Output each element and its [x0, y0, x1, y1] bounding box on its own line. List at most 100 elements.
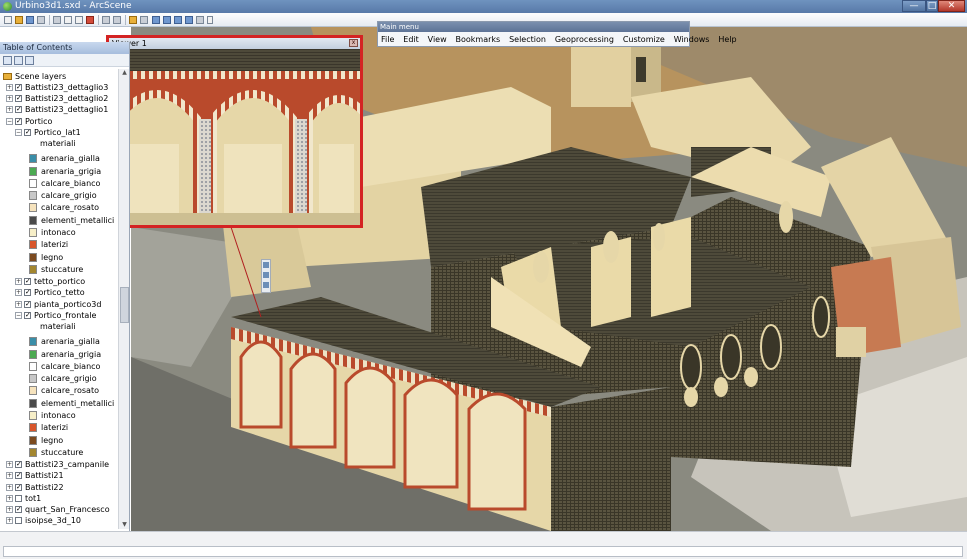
toc-icon[interactable] — [163, 16, 171, 24]
undo-icon[interactable] — [102, 16, 110, 24]
scroll-down-icon[interactable]: ▼ — [120, 521, 129, 529]
toc-scroll-thumb[interactable] — [120, 287, 129, 323]
pan-tool-icon[interactable] — [263, 282, 269, 288]
maximize-button[interactable]: □ — [926, 0, 938, 12]
layer-visibility-checkbox[interactable]: ✓ — [15, 117, 22, 125]
expand-icon[interactable]: + — [6, 461, 13, 469]
layer-icon[interactable] — [140, 16, 148, 24]
toolbar-separator — [98, 15, 99, 25]
new-icon[interactable] — [4, 16, 12, 24]
status-field — [3, 546, 963, 557]
toolbar-overflow-icon[interactable] — [207, 16, 213, 24]
save-icon[interactable] — [26, 16, 34, 24]
expand-icon[interactable]: + — [15, 289, 22, 297]
navigate-tool-icon[interactable] — [263, 262, 269, 268]
expand-icon[interactable]: + — [6, 494, 13, 502]
menu-bookmarks[interactable]: Bookmarks — [456, 34, 501, 46]
menu-help[interactable]: Help — [718, 34, 736, 46]
legend-label: calcare_rosato — [41, 386, 99, 396]
legend-label: elementi_metallici — [41, 398, 115, 408]
collapse-icon[interactable]: − — [15, 311, 22, 319]
layer-visibility-checkbox[interactable]: ✓ — [15, 506, 22, 513]
legend-heading-label: materiali — [40, 322, 76, 331]
legend-label: calcare_bianco — [41, 361, 101, 371]
layer-label: quart_San_Francesco — [25, 505, 110, 514]
expand-icon[interactable]: + — [6, 483, 13, 491]
zoom-tool-icon[interactable] — [263, 272, 269, 278]
viewer-title-bar[interactable]: Viewer 1 x — [109, 38, 360, 49]
paste-icon[interactable] — [75, 16, 83, 24]
layer-visibility-checkbox[interactable]: ✓ — [15, 483, 22, 491]
legend-swatch — [29, 166, 37, 176]
layer-label: Battisti21 — [25, 471, 64, 481]
collapse-icon[interactable]: − — [6, 117, 13, 125]
legend-swatch — [29, 349, 37, 359]
legend-swatch — [29, 252, 37, 262]
menu-geoprocessing[interactable]: Geoprocessing — [555, 34, 614, 46]
open-icon[interactable] — [15, 16, 23, 24]
catalog-icon[interactable] — [152, 16, 160, 24]
layer-label: Battisti23_campanile — [25, 460, 110, 470]
menu-customize[interactable]: Customize — [623, 34, 665, 46]
expand-icon[interactable]: + — [6, 95, 13, 103]
layer-visibility-checkbox[interactable]: ✓ — [15, 95, 22, 103]
copy-icon[interactable] — [64, 16, 72, 24]
legend-swatch — [29, 154, 37, 164]
expand-icon[interactable]: + — [6, 517, 13, 525]
layer-label: tetto_portico — [34, 277, 86, 287]
layer-visibility-checkbox[interactable]: ✓ — [15, 84, 22, 91]
arcscene-window: Urbino3d1.sxd - ArcScene — □ ✕ 1 x Main … — [0, 0, 967, 559]
redo-icon[interactable] — [113, 16, 121, 24]
legend-swatch — [29, 337, 37, 347]
model-icon[interactable] — [185, 16, 193, 24]
expand-icon[interactable]: + — [6, 106, 13, 114]
layer-label: Battisti23_dettaglio2 — [25, 94, 109, 104]
layer-visibility-checkbox[interactable]: ✓ — [24, 278, 31, 286]
toc-scrollbar[interactable]: ▲ ▼ — [118, 69, 129, 529]
layer-visibility-checkbox[interactable]: ✓ — [24, 128, 31, 136]
legend-label: calcare_rosato — [41, 203, 99, 213]
layer-visibility-checkbox[interactable]: ✓ — [24, 289, 31, 297]
expand-icon[interactable]: + — [15, 278, 22, 286]
layer-visibility-checkbox[interactable]: ✓ — [15, 461, 22, 469]
viewer-scene[interactable] — [109, 49, 360, 225]
viewer-window[interactable]: Viewer 1 x — [106, 35, 363, 228]
layers-folder-icon — [3, 73, 12, 80]
layer-label: Portico_frontale — [34, 310, 97, 320]
main-menu-title[interactable]: Main menu — [378, 22, 689, 32]
add-data-icon[interactable] — [129, 16, 137, 24]
layer-visibility-checkbox[interactable] — [15, 517, 22, 525]
layer-visibility-checkbox[interactable] — [15, 494, 22, 502]
menu-windows[interactable]: Windows — [674, 34, 710, 46]
menu-file[interactable]: File — [381, 34, 394, 46]
python-icon[interactable] — [196, 16, 204, 24]
expand-icon[interactable]: + — [15, 300, 22, 308]
scroll-up-icon[interactable]: ▲ — [120, 69, 129, 77]
delete-icon[interactable] — [86, 16, 94, 24]
main-menu-toolbar[interactable]: Main menu File Edit View Bookmarks Selec… — [377, 21, 737, 47]
menu-edit[interactable]: Edit — [403, 34, 419, 46]
close-button[interactable]: ✕ — [938, 0, 965, 12]
viewer-close-button[interactable]: x — [349, 39, 358, 47]
print-icon[interactable] — [37, 16, 45, 24]
minimize-button[interactable]: — — [902, 0, 926, 12]
legend-label: calcare_bianco — [41, 178, 101, 188]
layer-visibility-checkbox[interactable]: ✓ — [15, 106, 22, 114]
collapse-icon[interactable]: − — [15, 128, 22, 136]
options-icon[interactable] — [25, 56, 34, 65]
expand-icon[interactable]: + — [6, 472, 13, 480]
expand-icon[interactable]: + — [6, 506, 13, 513]
legend-swatch — [29, 191, 37, 201]
layer-visibility-checkbox[interactable]: ✓ — [24, 311, 31, 319]
list-by-source-icon[interactable] — [14, 56, 23, 65]
list-by-drawing-order-icon[interactable] — [3, 56, 12, 65]
layer-visibility-checkbox[interactable]: ✓ — [15, 472, 22, 480]
legend-swatch — [29, 228, 37, 237]
menu-selection[interactable]: Selection — [509, 34, 546, 46]
cut-icon[interactable] — [53, 16, 61, 24]
search-icon[interactable] — [174, 16, 182, 24]
menu-view[interactable]: View — [428, 34, 447, 46]
legend-label: arenaria_grigia — [41, 349, 102, 359]
expand-icon[interactable]: + — [6, 84, 13, 91]
layer-visibility-checkbox[interactable]: ✓ — [24, 300, 31, 308]
